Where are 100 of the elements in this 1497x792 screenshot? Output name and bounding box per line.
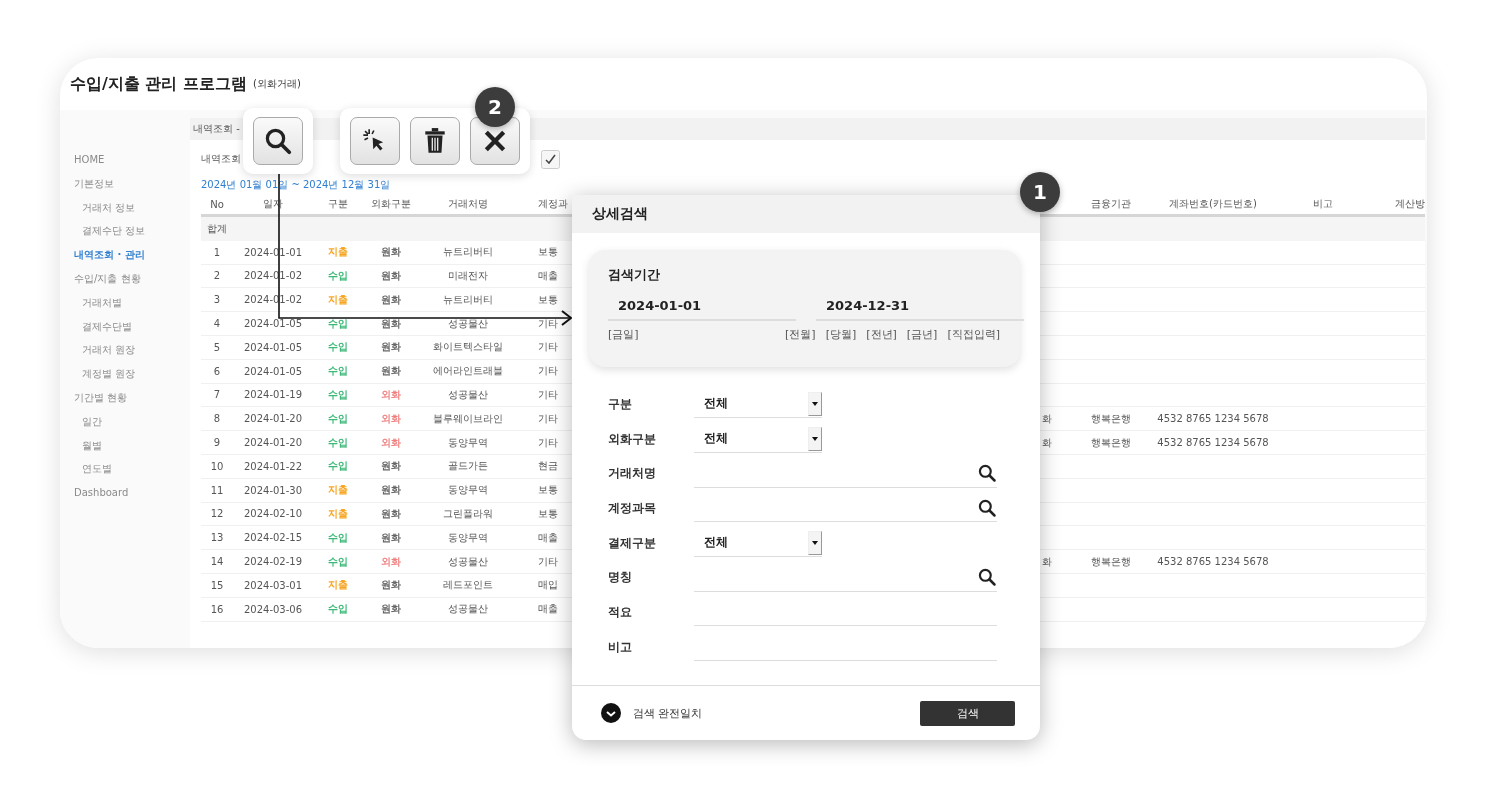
table-cell: 수입: [328, 603, 348, 615]
table-cell-text: 매입: [537, 578, 559, 593]
field-label: 구분: [608, 395, 633, 413]
table-cell: 원화: [380, 341, 401, 353]
table-cell: 원화: [380, 484, 401, 496]
table-cell: 수입: [328, 555, 348, 567]
table-cell-text: 2024-03-01: [242, 579, 304, 591]
dropdown-icon[interactable]: [812, 436, 818, 441]
table-cell-text: 현금: [537, 459, 559, 474]
table-cell-text: 2024-03-06: [242, 603, 304, 615]
table-cell-text: 4532 8765 1234 5678: [1156, 437, 1270, 449]
column-header: 비고: [1312, 197, 1334, 211]
column-header: 계산방: [1394, 197, 1425, 211]
check-circle-icon[interactable]: [601, 703, 621, 723]
table-cell: 수입: [328, 317, 348, 329]
sidebar-item[interactable]: 계정별 원장: [60, 362, 175, 386]
table-cell: 지출: [328, 293, 348, 305]
table-cell: 지출: [328, 507, 348, 519]
column-header: 계정과: [537, 197, 569, 211]
table-cell-text: 2024-01-20: [242, 437, 304, 449]
table-cell: 수입: [328, 270, 348, 281]
field-label: 명칭: [608, 569, 633, 587]
sidebar-item[interactable]: 기간별 현황: [60, 385, 175, 410]
table-cell-text: 2024-01-19: [242, 389, 304, 401]
search-icon[interactable]: [977, 463, 997, 484]
table-cell-text: 블루웨이브라인: [432, 411, 504, 426]
table-cell-text: 2024-02-10: [242, 508, 304, 520]
field-label: 비고: [608, 638, 633, 656]
table-cell-text: 기타: [537, 435, 559, 450]
period-link[interactable]: [금일]: [608, 327, 639, 342]
sidebar-item[interactable]: 월별: [60, 433, 175, 458]
table-cell: 원화: [380, 579, 401, 591]
table-cell-text: 6: [212, 365, 222, 377]
date-field[interactable]: 2024-12-31: [816, 292, 1024, 321]
table-cell: 외화: [380, 436, 401, 448]
table-cell-text: 행복은행: [1089, 554, 1132, 569]
table-cell-text: 2024-01-05: [242, 365, 304, 377]
table-cell-text: 10: [209, 460, 225, 472]
table-cell: 원화: [380, 365, 401, 377]
table-cell-text: 보통: [537, 506, 559, 521]
sidebar-item[interactable]: 일간: [60, 409, 175, 434]
table-cell: 원화: [380, 270, 401, 281]
period-link[interactable]: [금년]: [906, 327, 938, 342]
table-cell-text: 보통: [537, 483, 559, 498]
column-header: 금융기관: [1089, 197, 1132, 211]
column-header: No: [209, 198, 225, 210]
select-field[interactable]: 전체: [694, 425, 822, 454]
table-cell-text: 3: [212, 294, 222, 306]
date-field[interactable]: 2024-01-01: [608, 292, 796, 321]
sidebar-item[interactable]: HOME: [60, 148, 175, 172]
breadcrumb: 내역조회 -: [193, 122, 240, 136]
sidebar-item[interactable]: 거래처별: [60, 290, 175, 315]
table-cell-text: 기타: [537, 387, 559, 402]
sidebar-item[interactable]: 결제수단별: [60, 314, 175, 339]
table-cell-text: 뉴트리버티: [442, 245, 494, 260]
select-field[interactable]: 전체: [694, 390, 822, 419]
checkbox[interactable]: [541, 149, 560, 169]
sidebar-item[interactable]: 거래처 정보: [60, 195, 175, 220]
table-cell-text: 9: [212, 437, 222, 449]
field-label: 외화구분: [608, 430, 657, 448]
period-link[interactable]: [전월]: [785, 327, 816, 342]
table-cell-text: 에어라인트래블: [432, 364, 504, 379]
sidebar-item[interactable]: 결제수단 정보: [60, 219, 175, 244]
period-link[interactable]: [직접입력]: [947, 327, 1000, 342]
sidebar-item[interactable]: 수입/지출 현황: [60, 267, 175, 291]
search-button[interactable]: 검색: [920, 700, 1015, 726]
option-label: 검색 완전일치: [633, 705, 703, 721]
table-cell-text: 매출: [537, 602, 559, 617]
search-icon[interactable]: [977, 497, 997, 518]
table-cell-text: 14: [209, 556, 225, 568]
sidebar-item[interactable]: 기본정보: [60, 171, 175, 196]
trash-icon[interactable]: [422, 127, 448, 155]
sidebar-item[interactable]: 연도별: [60, 457, 175, 482]
select-field[interactable]: 전체: [694, 529, 822, 558]
table-cell-text: 기타: [537, 340, 559, 355]
table-cell-text: 동양무역: [447, 530, 489, 545]
table-cell-text: 성공물산: [447, 554, 489, 569]
search-icon[interactable]: [263, 126, 293, 156]
dropdown-icon[interactable]: [812, 540, 818, 545]
table-cell-text: 2: [212, 270, 222, 282]
table-cell: 수입: [328, 388, 348, 400]
table-cell-text: 기타: [537, 316, 559, 331]
table-cell-text: 행복은행: [1089, 411, 1132, 426]
column-header: 외화구분: [369, 197, 412, 211]
dropdown-icon[interactable]: [812, 401, 818, 406]
app-subtitle: (외화거래): [253, 77, 301, 91]
field-label: 결제구분: [608, 534, 657, 552]
table-cell: 원화: [380, 603, 401, 615]
app-title: 수입/지출 관리 프로그램: [70, 73, 247, 95]
table-cell-text: 성공물산: [447, 387, 489, 402]
search-icon[interactable]: [977, 567, 997, 588]
column-header: 계좌번호(카드번호): [1168, 197, 1258, 211]
period-link[interactable]: [전년]: [866, 327, 897, 342]
table-cell-text: 1: [212, 246, 222, 258]
sidebar-item[interactable]: 내역조회 · 관리: [60, 243, 175, 267]
sidebar-item[interactable]: 거래처 원장: [60, 338, 175, 363]
period-link[interactable]: [당월]: [825, 327, 857, 342]
close-icon[interactable]: [482, 128, 508, 154]
table-cell: 지출: [328, 246, 348, 258]
sidebar-item[interactable]: Dashboard: [60, 481, 175, 505]
